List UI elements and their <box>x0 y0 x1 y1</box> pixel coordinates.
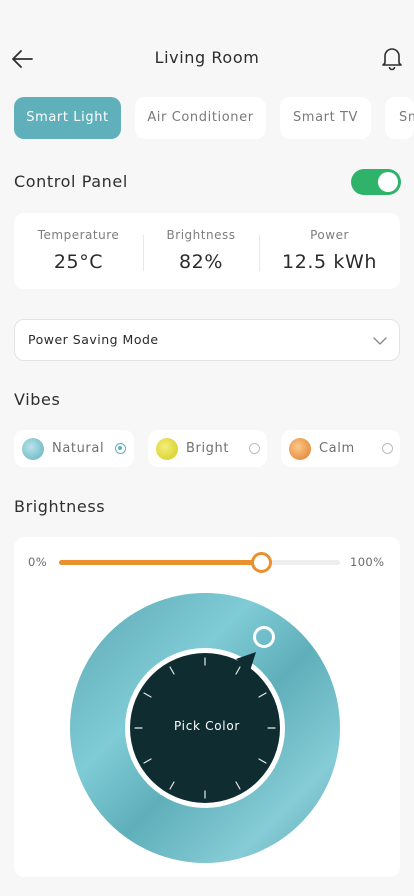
power-toggle[interactable] <box>351 169 401 195</box>
page-title: Living Room <box>154 48 260 67</box>
vibes-title: Vibes <box>14 390 61 409</box>
tab-partial[interactable]: Sm <box>385 97 414 139</box>
tab-smart-light[interactable]: Smart Light <box>14 97 121 139</box>
vibe-label: Bright <box>186 441 230 456</box>
vibe-bright[interactable]: Bright <box>148 430 267 467</box>
tab-smart-tv[interactable]: Smart TV <box>280 97 371 139</box>
notification-button[interactable] <box>380 45 404 71</box>
vibe-label: Natural <box>52 441 105 456</box>
vibe-radio[interactable] <box>382 443 393 454</box>
stat-power: Power 12.5 kWh <box>259 213 400 289</box>
pick-color-label: Pick Color <box>174 719 240 733</box>
stat-value: 82% <box>178 251 224 273</box>
stats-card: Temperature 25°C Brightness 82% Power 12… <box>14 213 400 289</box>
color-wheel[interactable] <box>14 537 400 877</box>
vibe-radio[interactable] <box>115 443 126 454</box>
stat-label: Power <box>310 228 349 242</box>
tab-air-conditioner[interactable]: Air Conditioner <box>135 97 266 139</box>
stat-label: Temperature <box>37 228 120 242</box>
vibe-radio[interactable] <box>249 443 260 454</box>
header: Living Room <box>0 40 414 76</box>
toggle-knob <box>378 172 398 192</box>
vibe-natural[interactable]: Natural <box>14 430 134 467</box>
calm-swatch-icon <box>289 438 311 460</box>
control-panel-title: Control Panel <box>14 172 128 191</box>
stat-value: 25°C <box>53 251 104 273</box>
brightness-card: 0% 100% Pick Color <box>14 537 400 877</box>
bright-swatch-icon <box>156 438 178 460</box>
stat-brightness: Brightness 82% <box>143 213 259 289</box>
vibe-calm[interactable]: Calm <box>281 430 400 467</box>
stat-value: 12.5 kWh <box>282 251 377 273</box>
natural-swatch-icon <box>22 438 44 460</box>
chevron-down-icon <box>373 337 387 345</box>
bell-icon <box>382 48 402 71</box>
mode-select-value: Power Saving Mode <box>28 332 159 347</box>
stat-label: Brightness <box>166 228 236 242</box>
vibe-label: Calm <box>319 441 355 456</box>
stat-temperature: Temperature 25°C <box>14 213 143 289</box>
app-screen: Living Room Smart Light Air Conditioner … <box>0 0 414 896</box>
brightness-title: Brightness <box>14 497 106 516</box>
mode-select[interactable]: Power Saving Mode <box>14 319 400 361</box>
